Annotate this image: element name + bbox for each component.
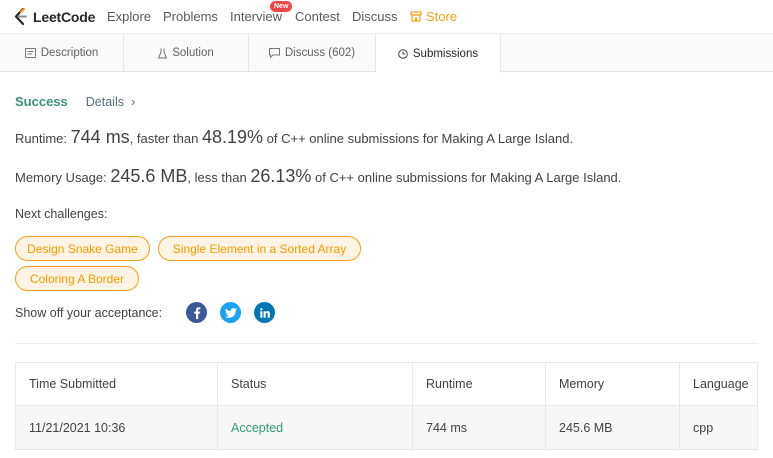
status-accepted-link[interactable]: Accepted: [218, 406, 413, 449]
brand-logo[interactable]: LeetCode: [14, 7, 95, 27]
divider: [15, 343, 758, 344]
new-badge: New: [270, 1, 293, 12]
details-link[interactable]: Details: [86, 95, 124, 109]
nav-contest[interactable]: Contest: [295, 9, 340, 24]
nav-explore[interactable]: Explore: [107, 9, 151, 24]
table-header-row: Time Submitted Status Runtime Memory Lan…: [16, 363, 757, 406]
document-icon: [24, 48, 36, 58]
column-header: Status: [218, 363, 413, 405]
nav-store[interactable]: Store: [410, 9, 457, 24]
memory-mid: , less than: [187, 170, 247, 185]
memory-tail: of C++ online submissions for Making A L…: [315, 170, 622, 185]
nav-problems[interactable]: Problems: [163, 9, 218, 24]
clock-icon: [398, 48, 408, 59]
runtime-value: 744 ms: [70, 127, 130, 147]
runtime-stat: Runtime: 744 ms, faster than 48.19% of C…: [15, 127, 573, 148]
language-cell: cpp: [693, 420, 714, 435]
chevron-right-icon[interactable]: ›: [131, 94, 135, 109]
leetcode-logo-icon: [14, 8, 27, 26]
runtime-label: Runtime:: [15, 131, 68, 146]
flask-icon: [158, 48, 168, 58]
memory-stat: Memory Usage: 245.6 MB, less than 26.13%…: [15, 166, 621, 187]
comment-icon: [268, 48, 280, 58]
runtime-tail: of C++ online submissions for Making A L…: [266, 131, 574, 146]
success-status: Success: [15, 94, 68, 109]
column-header: Memory: [546, 363, 680, 405]
facebook-icon[interactable]: [186, 302, 207, 323]
tab-discuss-label: Discuss (602): [284, 47, 356, 59]
tab-solution-label: Solution: [172, 47, 214, 59]
store-icon: [410, 11, 422, 22]
column-header: Runtime: [413, 363, 546, 405]
memory-percent: 26.13%: [250, 166, 312, 186]
submitted-time-cell: 11/21/2021 10:36: [16, 406, 218, 449]
tab-discuss[interactable]: Discuss (602): [249, 34, 376, 72]
challenge-chip[interactable]: Single Element in a Sorted Array: [158, 236, 361, 261]
tab-submissions-label: Submissions: [412, 47, 479, 60]
runtime-percent: 48.19%: [201, 127, 264, 147]
memory-value: 245.6 MB: [110, 166, 188, 186]
table-row[interactable]: 11/21/2021 10:36 Accepted 744 ms 245.6 M…: [16, 406, 757, 449]
runtime-mid: , faster than: [129, 131, 199, 146]
tab-description[interactable]: Description: [0, 34, 124, 72]
tab-submissions[interactable]: Submissions: [376, 34, 501, 73]
result-header: Success Details ›: [15, 94, 135, 109]
twitter-icon[interactable]: [220, 302, 241, 323]
submissions-table: Time Submitted Status Runtime Memory Lan…: [15, 362, 758, 450]
memory-cell: 245.6 MB: [546, 406, 680, 449]
problem-tabs: Description Solution Discuss (602) Submi…: [0, 34, 773, 73]
brand-name: LeetCode: [33, 9, 96, 25]
column-header: Language: [693, 377, 749, 391]
linkedin-icon[interactable]: [254, 302, 275, 323]
challenge-chip[interactable]: Coloring A Border: [15, 266, 139, 291]
tab-description-label: Description: [40, 47, 99, 59]
column-header: Time Submitted: [16, 363, 218, 405]
top-nav: LeetCode Explore Problems Interview New …: [0, 0, 773, 34]
next-challenges-label: Next challenges:: [15, 207, 108, 221]
store-label: Store: [426, 9, 458, 24]
nav-discuss[interactable]: Discuss: [352, 9, 398, 24]
tab-solution[interactable]: Solution: [124, 34, 249, 72]
memory-label: Memory Usage:: [15, 170, 107, 185]
challenge-chip[interactable]: Design Snake Game: [15, 236, 150, 261]
runtime-cell: 744 ms: [413, 406, 546, 449]
share-label: Show off your acceptance:: [15, 306, 163, 320]
